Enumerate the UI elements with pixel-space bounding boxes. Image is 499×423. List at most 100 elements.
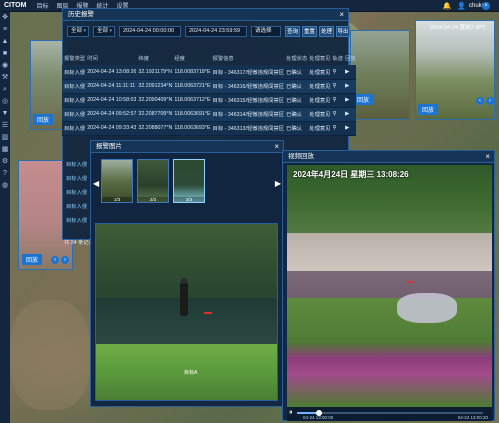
track-icon[interactable]: ⚲ [330, 121, 343, 135]
table-row[interactable]: 目标入侵 2024-04-24 09:52:57 32.2087709°N 11… [62, 107, 356, 121]
playback-button[interactable]: 回放 [353, 94, 374, 105]
play-icon[interactable]: ▶ [343, 107, 356, 121]
popup-title-bar: 视频回放 × [283, 151, 494, 163]
bell-icon[interactable]: 🔔 [440, 2, 455, 10]
target-label: 目标A [184, 370, 198, 376]
status-select[interactable]: 全部 ▾ [93, 26, 115, 37]
column-header: 回放 [345, 56, 356, 62]
settings-icon[interactable]: ⚙ [0, 156, 10, 168]
export-button[interactable]: 导出 [336, 26, 350, 37]
chevron-down-icon: ▾ [83, 28, 86, 34]
column-header: 经度 [174, 56, 185, 62]
play-icon[interactable]: ▶ [343, 121, 356, 135]
play-icon[interactable]: ▶ [343, 79, 356, 93]
reset-button[interactable]: 重置 [302, 26, 317, 37]
next-icon[interactable]: › [61, 256, 69, 264]
close-icon[interactable]: × [485, 151, 490, 163]
filter-bar: 全部 ▾ 全部 ▾ 2024-04-24 00:00:00 2024-04-24 2… [67, 26, 350, 38]
playback-button[interactable]: 回放 [22, 254, 43, 265]
end-time-input[interactable]: 2024-04-24 23:59:59 [185, 26, 247, 37]
track-icon[interactable]: ⚲ [330, 107, 343, 121]
stats-icon[interactable]: ▥ [0, 132, 10, 144]
close-icon[interactable]: × [339, 9, 344, 21]
thumbnail-selected[interactable]: 3/3 [173, 159, 205, 203]
column-header: 报警信息 [212, 56, 234, 62]
list-item[interactable]: 目标入侵 [66, 174, 90, 188]
column-header: 处理意见 [309, 56, 331, 62]
locate-icon[interactable]: ✥ [0, 12, 10, 24]
user-icon[interactable]: 👤 [454, 2, 469, 10]
popup-title: 视频回放 [288, 153, 314, 160]
table-row[interactable]: 目标入侵 2024-04-24 10:58:03 32.2090409°N 11… [62, 93, 356, 107]
video-playback-popup: 视频回放 × 2024年4月24日 星期三 13:08:26 ⏸ 04-24 1… [282, 150, 495, 421]
search-icon[interactable]: ⌕ [0, 84, 10, 96]
process-link[interactable]: 处理意见 [307, 121, 330, 135]
time-end: 04-24 13:00:20 [457, 415, 488, 420]
video-frame[interactable]: 2024年4月24日 星期三 13:08:26 [287, 165, 492, 407]
camera-tile-n[interactable]: 回放 [350, 30, 410, 120]
grid-icon[interactable]: ▦ [0, 144, 10, 156]
alarm-table: 报警类型 时间 纬度 经度 报警信息 处理状态 处理意见 轨迹 回放 目标入侵 … [62, 51, 356, 136]
table-row[interactable]: 目标入侵 2024-04-24 13:08:26 32.1921179°N 11… [62, 65, 356, 79]
video-timestamp-overlay: 2024年4月24日 星期三 13:08:26 [293, 170, 409, 179]
process-link[interactable]: 处理意见 [307, 79, 330, 93]
track-icon[interactable]: ⚲ [330, 79, 343, 93]
camera-select[interactable]: 请选择 [251, 26, 281, 37]
tool-icon[interactable]: ⚒ [0, 72, 10, 84]
left-toolbar: ✥ ≡ ▲ ■ ◉ ⚒ ⌕ ◎ ▼ ☰ ▥ ▦ ⚙ ? ◍ [0, 12, 10, 423]
list-item[interactable]: 目标入侵 [66, 160, 90, 174]
time-start: 04-24 13:00:00 [303, 415, 334, 420]
panel-title: 历史报警 [68, 11, 94, 18]
panel-title-bar: 历史报警 × [63, 9, 348, 21]
close-icon[interactable]: × [274, 141, 279, 153]
layers-icon[interactable]: ≡ [0, 24, 10, 36]
play-icon[interactable]: ▶ [343, 93, 356, 107]
prev-icon[interactable]: ‹ [476, 97, 484, 105]
globe-icon[interactable]: ◍ [0, 180, 10, 192]
playback-button[interactable]: 回放 [33, 114, 54, 125]
track-icon[interactable]: ⚲ [330, 93, 343, 107]
help-icon[interactable]: ? [0, 168, 10, 180]
column-header: 报警类型 [64, 56, 86, 62]
alarm-image-popup: 报警图片 × ◀ ▶ 1/3 2/3 3/3 目标A [90, 140, 284, 407]
column-header: 纬度 [138, 56, 149, 62]
thumbnail-strip: 1/3 2/3 3/3 [97, 159, 279, 203]
table-row[interactable]: 目标入侵 2024-04-24 11:11:11 32.2091234°N 11… [62, 79, 356, 93]
process-link[interactable]: 处理意见 [307, 107, 330, 121]
camera-tile-ne[interactable]: 2024-04-24 置前2 3PT × ‹ › 回放 [415, 2, 495, 120]
measure-icon[interactable]: ◉ [0, 60, 10, 72]
thumbnail[interactable]: 1/3 [101, 159, 133, 203]
prev-icon[interactable]: ‹ [51, 256, 59, 264]
column-header: 轨迹 [332, 56, 344, 62]
list-item[interactable]: 目标入侵 [66, 216, 90, 230]
chevron-down-icon: ▾ [109, 28, 112, 34]
start-time-input[interactable]: 2024-04-24 00:00:00 [119, 26, 181, 37]
next-icon[interactable]: › [486, 97, 494, 105]
play-pause-icon[interactable]: ⏸ [289, 409, 293, 417]
process-link[interactable]: 处理意见 [307, 65, 330, 79]
list-icon[interactable]: ☰ [0, 120, 10, 132]
camera-icon[interactable]: ■ [0, 48, 10, 60]
playback-button[interactable]: 回放 [418, 104, 439, 115]
nav-item-target[interactable]: 目标 [32, 1, 52, 10]
table-row[interactable]: 目标入侵 2024-04-24 09:33:43 32.2088077°N 11… [62, 121, 356, 135]
alarm-icon[interactable]: ▲ [0, 36, 10, 48]
process-link[interactable]: 处理意见 [307, 93, 330, 107]
target-marker [204, 312, 212, 314]
track-icon[interactable]: ⚲ [330, 65, 343, 79]
filter-icon[interactable]: ▼ [0, 108, 10, 120]
alarm-type-select[interactable]: 全部 ▾ [67, 26, 89, 37]
play-icon[interactable]: ▶ [343, 65, 356, 79]
thumbnail[interactable]: 2/3 [137, 159, 169, 203]
query-button[interactable]: 查询 [285, 26, 300, 37]
target-icon[interactable]: ◎ [0, 96, 10, 108]
map-terrain [10, 300, 90, 410]
popup-title: 报警图片 [96, 143, 122, 150]
process-button[interactable]: 处理 [319, 26, 334, 37]
column-header: 时间 [87, 56, 98, 62]
progress-slider[interactable] [297, 410, 483, 416]
list-item[interactable]: 目标入侵 [66, 188, 90, 202]
tile-title: 2024-04-24 置前2 3PT [430, 25, 486, 31]
person-figure [180, 282, 188, 316]
list-item[interactable]: 目标入侵 [66, 202, 90, 216]
